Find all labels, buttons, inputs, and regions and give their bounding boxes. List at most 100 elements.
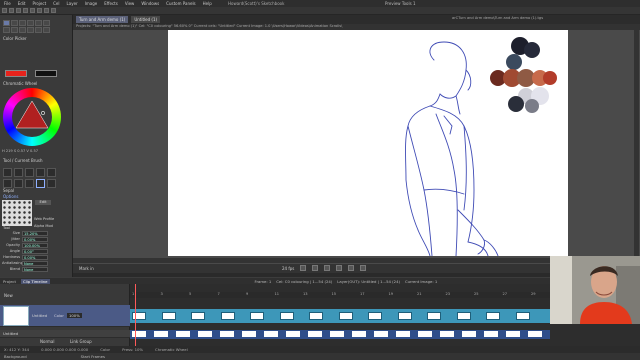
brush-icon[interactable]: [3, 179, 12, 188]
hand-tool-icon[interactable]: [35, 27, 42, 33]
tab-untitled[interactable]: Untitled (1): [131, 16, 161, 23]
brush-icon[interactable]: [14, 179, 23, 188]
next-frame-icon[interactable]: [336, 265, 342, 271]
tab-turn-and-arm[interactable]: Turn and Arm demo (1): [76, 16, 129, 23]
frame-block[interactable]: [154, 331, 168, 337]
background-tab[interactable]: Background: [4, 354, 27, 359]
menu-image[interactable]: Image: [85, 1, 98, 6]
menu-cel[interactable]: Cel: [53, 1, 59, 6]
link-group-button[interactable]: Link Group: [70, 339, 92, 344]
menu-layer[interactable]: Layer: [67, 1, 78, 6]
cel-block[interactable]: [309, 312, 323, 320]
cel-block[interactable]: [427, 312, 441, 320]
frame-block[interactable]: [264, 331, 278, 337]
menu-help[interactable]: Help: [203, 1, 212, 6]
eyedropper-tool-icon[interactable]: [19, 27, 26, 33]
playhead[interactable]: [135, 284, 136, 346]
palette-swatch[interactable]: [543, 71, 557, 85]
menu-windows[interactable]: Windows: [141, 1, 159, 6]
brush-prop-value[interactable]: 0.00°: [22, 248, 48, 254]
pen-tool-icon[interactable]: [3, 20, 10, 26]
secondary-color-swatch[interactable]: [35, 70, 57, 77]
cel-block[interactable]: [368, 312, 382, 320]
palette-swatch[interactable]: [508, 96, 524, 112]
first-frame-icon[interactable]: [300, 265, 306, 271]
flip-icon[interactable]: [37, 8, 42, 13]
layer-opacity-field[interactable]: 100%: [66, 313, 82, 318]
brush-icon[interactable]: [47, 168, 56, 177]
menu-effects[interactable]: Effects: [104, 1, 118, 6]
menu-custom-panels[interactable]: Custom Panels: [166, 1, 195, 6]
frame-block[interactable]: [308, 331, 322, 337]
palette-swatch[interactable]: [525, 99, 539, 113]
layer-row[interactable]: Untitled: [0, 330, 130, 338]
blend-mode-select[interactable]: Normal: [40, 339, 54, 344]
cel-block[interactable]: [279, 312, 294, 320]
fps-select[interactable]: 24 fps: [282, 266, 294, 271]
rotate-icon[interactable]: [44, 8, 49, 13]
primary-color-swatch[interactable]: [5, 70, 27, 77]
redo-icon[interactable]: [30, 8, 35, 13]
move-tool-icon[interactable]: [43, 20, 50, 26]
select-tool-icon[interactable]: [11, 20, 18, 26]
frame-block[interactable]: [198, 331, 212, 337]
mark-in-label[interactable]: Mark in: [79, 266, 94, 271]
frame-track[interactable]: [130, 330, 550, 339]
tab-clip-timeline[interactable]: Clip Timeline: [21, 278, 50, 284]
frame-block[interactable]: [440, 331, 454, 337]
menu-edit[interactable]: Edit: [18, 1, 26, 6]
brush-icon[interactable]: [3, 168, 12, 177]
brush-prop-value[interactable]: None: [22, 266, 48, 272]
brush-icon[interactable]: [36, 168, 45, 177]
frame-block[interactable]: [220, 331, 234, 337]
cel-block[interactable]: [161, 312, 176, 320]
frame-block[interactable]: [484, 331, 498, 337]
cel-block[interactable]: [250, 312, 264, 320]
chromatic-wheel[interactable]: [3, 88, 61, 146]
cel-track[interactable]: [130, 309, 550, 323]
frame-block[interactable]: [462, 331, 476, 337]
frame-block[interactable]: [528, 331, 542, 337]
brush-icon[interactable]: [47, 179, 56, 188]
vertical-scrollbar[interactable]: [634, 30, 639, 264]
lasso-tool-icon[interactable]: [19, 20, 26, 26]
play-icon[interactable]: [324, 265, 330, 271]
cel-block[interactable]: [220, 312, 235, 320]
cel-block[interactable]: [456, 312, 471, 320]
new-file-icon[interactable]: [2, 8, 7, 13]
brush-icon[interactable]: [14, 168, 23, 177]
frame-block[interactable]: [330, 331, 344, 337]
color-palette[interactable]: [490, 37, 557, 113]
brush-prop-value[interactable]: 15.20%: [22, 230, 48, 236]
rect-tool-icon[interactable]: [27, 20, 34, 26]
eraser-tool-icon[interactable]: [11, 27, 18, 33]
brush-prop-value[interactable]: None: [22, 260, 48, 266]
color-triangle[interactable]: [3, 88, 61, 146]
options-title[interactable]: Options: [3, 194, 18, 199]
layer-row-selected[interactable]: Untitled Color 100%: [0, 305, 130, 327]
frame-block[interactable]: [176, 331, 190, 337]
frame-block[interactable]: [374, 331, 388, 337]
frame-ruler[interactable]: 1 3 5 7 9 11 13 15 17 19 21 23 25 27 29: [130, 292, 550, 298]
menu-project[interactable]: Project: [32, 1, 46, 6]
drawing-paper[interactable]: [168, 30, 568, 257]
save-icon[interactable]: [16, 8, 21, 13]
ellipse-tool-icon[interactable]: [35, 20, 42, 26]
text-tool-icon[interactable]: [27, 27, 34, 33]
frame-block[interactable]: [418, 331, 432, 337]
fill-tool-icon[interactable]: [3, 27, 10, 33]
prev-frame-icon[interactable]: [312, 265, 318, 271]
cel-block[interactable]: [486, 312, 500, 320]
menu-file[interactable]: File: [4, 1, 11, 6]
cel-block[interactable]: [191, 312, 205, 320]
brush-prop-value[interactable]: 0.00%: [22, 254, 48, 260]
frame-block[interactable]: [506, 331, 520, 337]
brush-prop-value[interactable]: 100.00%: [22, 242, 48, 248]
brush-icon-selected[interactable]: [36, 179, 45, 188]
brush-icon[interactable]: [25, 168, 34, 177]
edit-brush-button[interactable]: Edit: [35, 200, 51, 205]
palette-swatch[interactable]: [524, 42, 540, 58]
cel-block[interactable]: [397, 312, 412, 320]
zoom-tool-icon[interactable]: [43, 27, 50, 33]
brush-icon[interactable]: [25, 179, 34, 188]
